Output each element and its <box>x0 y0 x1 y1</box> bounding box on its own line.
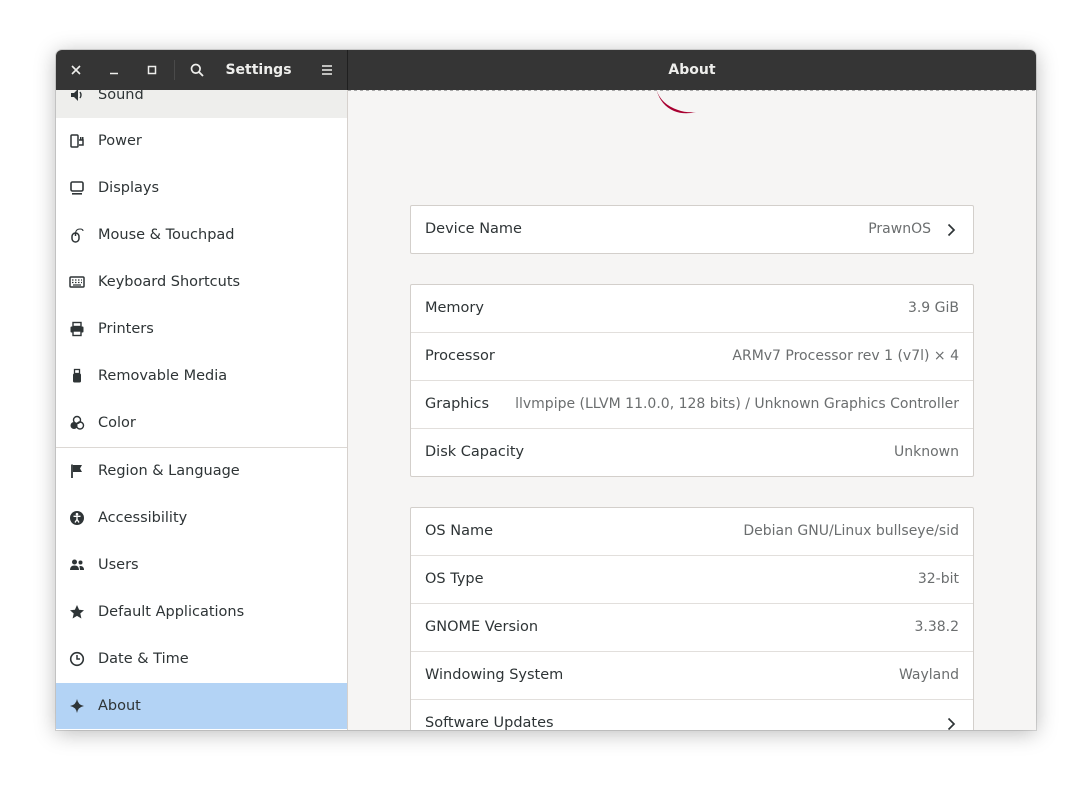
software-updates-row[interactable]: Software Updates <box>411 700 973 730</box>
sidebar-item-label: Sound <box>98 90 144 103</box>
menu-icon <box>322 65 332 75</box>
menu-button[interactable] <box>317 60 337 80</box>
graphics-row: Graphics llvmpipe (LLVM 11.0.0, 128 bits… <box>411 381 973 429</box>
sidebar-item-date-time[interactable]: Date & Time <box>56 636 347 682</box>
power-icon <box>70 134 84 148</box>
gnome-version-row: GNOME Version 3.38.2 <box>411 604 973 652</box>
disk-capacity-value: Unknown <box>894 444 959 460</box>
sidebar-item-label: Displays <box>98 180 160 196</box>
headerbar: Settings About <box>56 50 1036 90</box>
processor-label: Processor <box>425 348 495 364</box>
memory-row: Memory 3.9 GiB <box>411 285 973 333</box>
device-name-list: Device Name PrawnOS <box>410 205 974 254</box>
graphics-value: llvmpipe (LLVM 11.0.0, 128 bits) / Unkno… <box>515 396 959 412</box>
usb-icon <box>73 368 81 383</box>
gnome-version-label: GNOME Version <box>425 619 539 635</box>
flag-icon <box>71 464 82 478</box>
windowing-system-value: Wayland <box>898 667 959 683</box>
clock-icon <box>69 651 85 667</box>
sidebar-item-label: Date & Time <box>98 651 189 667</box>
headerbar-separator <box>174 60 175 80</box>
sidebar-item-users[interactable]: Users <box>56 542 347 588</box>
graphics-label: Graphics <box>425 396 490 412</box>
sidebar-item-label: Keyboard Shortcuts <box>98 274 241 290</box>
sidebar-item-sound[interactable]: Sound <box>56 90 347 118</box>
sidebar-item-label: Region & Language <box>98 463 240 479</box>
close-icon <box>71 65 81 75</box>
hardware-list: Memory 3.9 GiB Processor ARMv7 Processor… <box>410 284 974 477</box>
os-type-value: 32-bit <box>917 571 959 587</box>
minimize-icon <box>110 72 118 75</box>
display-icon <box>70 181 84 195</box>
color-icon <box>70 415 85 430</box>
keyboard-icon <box>69 276 85 288</box>
sidebar-item-default-applications[interactable]: Default Applications <box>56 589 347 635</box>
mouse-icon <box>71 228 84 243</box>
processor-row: Processor ARMv7 Processor rev 1 (v7l) × … <box>411 333 973 381</box>
settings-window: Settings About Sound Power Displays Mous… <box>56 50 1036 730</box>
scroll-edge <box>348 90 1036 91</box>
processor-value: ARMv7 Processor rev 1 (v7l) × 4 <box>732 348 959 364</box>
sidebar-item-mouse-touchpad[interactable]: Mouse & Touchpad <box>56 212 347 258</box>
os-name-row: OS Name Debian GNU/Linux bullseye/sid <box>411 508 973 556</box>
sidebar-item-label: Default Applications <box>98 604 245 620</box>
sidebar-item-label: Printers <box>98 321 154 337</box>
sidebar-item-displays[interactable]: Displays <box>56 165 347 211</box>
sidebar-item-label: Removable Media <box>98 368 228 384</box>
sidebar-item-accessibility[interactable]: Accessibility <box>56 495 347 541</box>
page-title: About <box>668 62 716 78</box>
device-name-label: Device Name <box>425 221 522 237</box>
sidebar-item-label: Accessibility <box>98 510 188 526</box>
sidebar-title: Settings <box>225 62 292 78</box>
os-name-value: Debian GNU/Linux bullseye/sid <box>743 523 959 539</box>
sidebar-item-about[interactable]: About <box>56 683 347 729</box>
sidebar-item-label: Users <box>98 557 139 573</box>
maximize-icon <box>147 65 157 75</box>
maximize-button[interactable] <box>142 60 162 80</box>
chevron-right-icon <box>947 223 956 237</box>
accessibility-icon <box>70 511 84 525</box>
printer-icon <box>70 321 84 337</box>
disk-capacity-row: Disk Capacity Unknown <box>411 429 973 476</box>
users-icon <box>70 559 84 570</box>
about-panel: Device Name PrawnOS Memory 3.9 GiB Proce… <box>348 90 1036 730</box>
chevron-right-icon <box>947 717 956 730</box>
os-type-label: OS Type <box>425 571 484 587</box>
gnome-version-value: 3.38.2 <box>914 619 959 635</box>
star-icon <box>70 605 84 619</box>
software-list: OS Name Debian GNU/Linux bullseye/sid OS… <box>410 507 974 730</box>
minimize-button[interactable] <box>104 60 124 80</box>
sidebar-item-power[interactable]: Power <box>56 118 347 164</box>
debian-logo <box>656 90 696 114</box>
software-updates-label: Software Updates <box>425 715 554 730</box>
sidebar-item-keyboard-shortcuts[interactable]: Keyboard Shortcuts <box>56 259 347 305</box>
sidebar-item-label: Color <box>98 415 136 431</box>
device-name-value: PrawnOS <box>868 221 931 237</box>
close-button[interactable] <box>66 60 86 80</box>
sidebar-item-label: About <box>98 698 141 714</box>
os-name-label: OS Name <box>425 523 494 539</box>
device-name-row[interactable]: Device Name PrawnOS <box>411 206 973 253</box>
sidebar-item-removable-media[interactable]: Removable Media <box>56 353 347 399</box>
sidebar-item-printers[interactable]: Printers <box>56 306 347 352</box>
sidebar-item-label: Power <box>98 133 142 149</box>
windowing-system-row: Windowing System Wayland <box>411 652 973 700</box>
memory-value: 3.9 GiB <box>907 300 959 316</box>
sidebar-item-color[interactable]: Color <box>56 400 347 446</box>
sidebar: Sound Power Displays Mouse & Touchpad Ke… <box>56 90 348 730</box>
windowing-system-label: Windowing System <box>425 667 564 683</box>
disk-capacity-label: Disk Capacity <box>425 444 525 460</box>
sidebar-item-label: Mouse & Touchpad <box>98 227 235 243</box>
memory-label: Memory <box>425 300 484 316</box>
sparkle-icon <box>70 699 84 713</box>
speaker-icon <box>71 90 82 101</box>
sidebar-item-region-language[interactable]: Region & Language <box>56 448 347 494</box>
os-type-row: OS Type 32-bit <box>411 556 973 604</box>
